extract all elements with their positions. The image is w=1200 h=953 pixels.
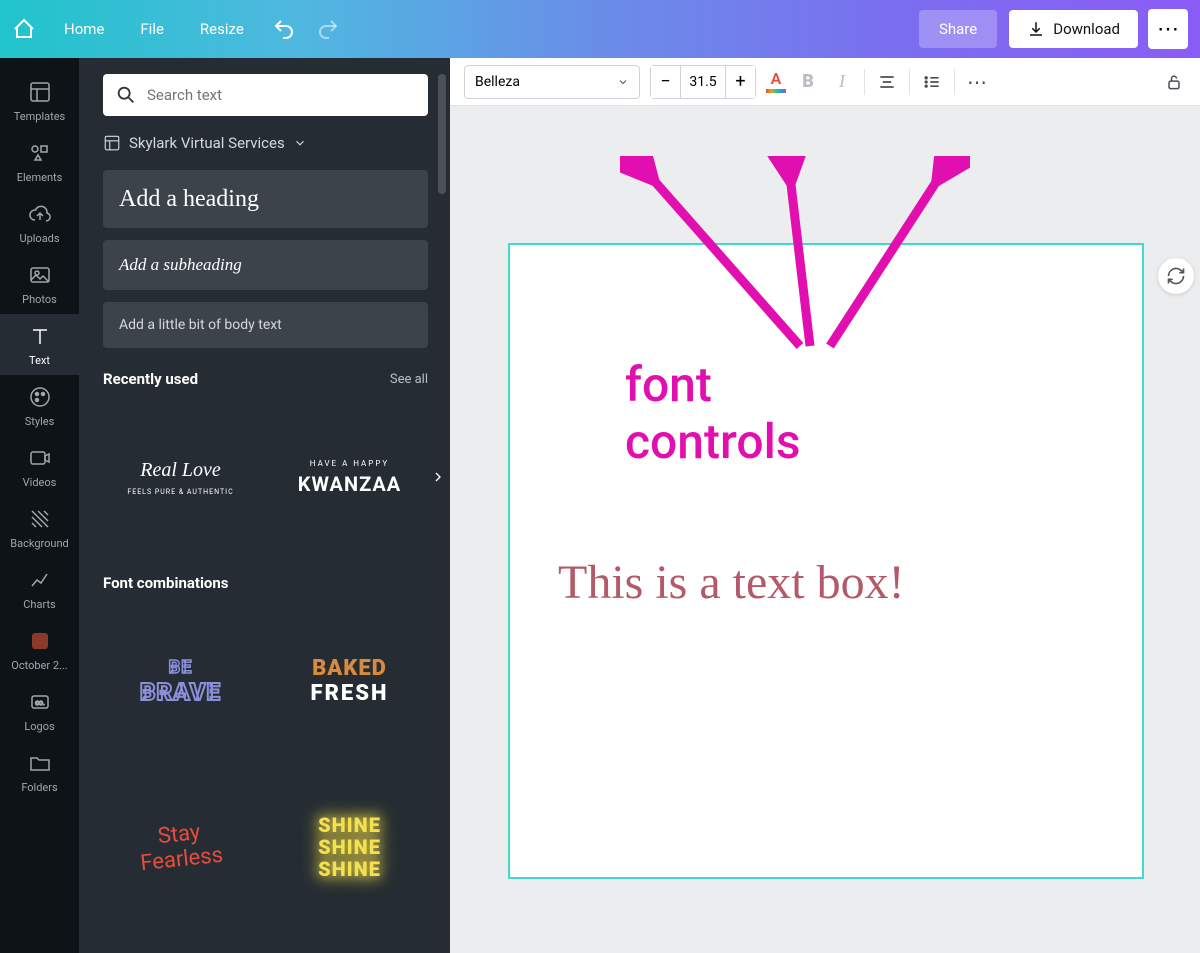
- italic-button[interactable]: I: [830, 70, 854, 94]
- recent-thumb-kwanzaa[interactable]: HAVE A HAPPY KWANZAA: [272, 402, 427, 552]
- left-rail: Templates Elements Uploads Photos Text S…: [0, 58, 79, 953]
- design-canvas[interactable]: This is a text box!: [508, 243, 1144, 879]
- font-size-group: − +: [650, 65, 756, 99]
- menu-home[interactable]: Home: [46, 12, 122, 46]
- top-menubar: Home File Resize Share Download ⋯: [0, 0, 1200, 58]
- styles-icon: [28, 385, 52, 409]
- combo-thumb-be-brave[interactable]: BE BRAVE: [103, 606, 258, 756]
- see-all-link[interactable]: See all: [390, 372, 428, 387]
- elements-icon: [28, 141, 52, 165]
- add-body-text-button[interactable]: Add a little bit of body text: [103, 302, 428, 348]
- list-button[interactable]: [920, 70, 944, 94]
- bold-button[interactable]: B: [796, 70, 820, 94]
- folder-thumb-icon: [28, 629, 52, 653]
- undo-icon[interactable]: [272, 17, 296, 41]
- add-subheading-button[interactable]: Add a subheading: [103, 240, 428, 290]
- brand-dropdown[interactable]: Skylark Virtual Services: [103, 134, 428, 152]
- search-icon: [115, 84, 137, 106]
- font-size-increase[interactable]: +: [725, 66, 755, 98]
- add-heading-button[interactable]: Add a heading: [103, 170, 428, 228]
- refresh-icon: [1166, 266, 1186, 286]
- refresh-button[interactable]: [1158, 258, 1194, 294]
- lock-button[interactable]: [1162, 70, 1186, 94]
- menu-file[interactable]: File: [122, 12, 182, 46]
- redo-icon[interactable]: [316, 17, 340, 41]
- rail-uploads[interactable]: Uploads: [0, 192, 79, 253]
- canvas-textbox[interactable]: This is a text box!: [558, 555, 905, 610]
- recent-thumb-real-love[interactable]: Real Love FEELS PURE & AUTHENTIC: [103, 402, 258, 552]
- text-toolbar: Belleza − + A B I ⋯: [450, 58, 1200, 106]
- text-icon: [28, 324, 52, 348]
- align-button[interactable]: [875, 70, 899, 94]
- text-panel: Skylark Virtual Services Add a heading A…: [79, 58, 450, 953]
- combo-thumb-shine[interactable]: SHINESHINESHINE: [272, 772, 427, 922]
- combo-thumb-baked-fresh[interactable]: BAKED FRESH: [272, 606, 427, 756]
- logos-icon: co.: [28, 690, 52, 714]
- canvas-area: Belleza − + A B I ⋯ This is a text bo: [450, 58, 1200, 953]
- photos-icon: [28, 263, 52, 287]
- search-input-wrap[interactable]: [103, 74, 428, 116]
- text-color-button[interactable]: A: [766, 71, 786, 93]
- font-name: Belleza: [475, 74, 520, 90]
- rail-background[interactable]: Background: [0, 497, 79, 558]
- rail-photos[interactable]: Photos: [0, 253, 79, 314]
- folders-icon: [28, 751, 52, 775]
- chevron-right-icon[interactable]: [430, 469, 446, 485]
- background-icon: [28, 507, 52, 531]
- rail-october[interactable]: October 2...: [0, 619, 79, 680]
- rail-charts[interactable]: Charts: [0, 558, 79, 619]
- font-select[interactable]: Belleza: [464, 65, 640, 99]
- videos-icon: [28, 446, 52, 470]
- font-size-input[interactable]: [681, 74, 725, 90]
- fontcombo-heading: Font combinations: [103, 574, 229, 592]
- font-size-decrease[interactable]: −: [651, 66, 681, 98]
- download-button[interactable]: Download: [1009, 10, 1138, 48]
- search-input[interactable]: [147, 86, 416, 104]
- rail-text[interactable]: Text: [0, 314, 79, 375]
- chevron-down-icon: [293, 136, 307, 150]
- more-button[interactable]: ⋯: [1148, 9, 1188, 49]
- menu-resize[interactable]: Resize: [182, 12, 262, 46]
- charts-icon: [28, 568, 52, 592]
- rail-folders[interactable]: Folders: [0, 741, 79, 802]
- color-spectrum-icon: [766, 89, 786, 93]
- rail-logos[interactable]: co.Logos: [0, 680, 79, 741]
- brand-label: Skylark Virtual Services: [129, 134, 285, 152]
- rail-elements[interactable]: Elements: [0, 131, 79, 192]
- more-text-options[interactable]: ⋯: [965, 70, 989, 94]
- home-icon[interactable]: [12, 17, 36, 41]
- chevron-down-icon: [617, 76, 629, 88]
- download-label: Download: [1053, 20, 1120, 38]
- brand-icon: [103, 134, 121, 152]
- panel-scrollbar[interactable]: [438, 74, 446, 194]
- recent-heading: Recently used: [103, 370, 198, 388]
- text-color-a: A: [771, 71, 782, 87]
- svg-text:co.: co.: [35, 699, 45, 707]
- rail-videos[interactable]: Videos: [0, 436, 79, 497]
- uploads-icon: [28, 202, 52, 226]
- templates-icon: [28, 80, 52, 104]
- rail-styles[interactable]: Styles: [0, 375, 79, 436]
- download-icon: [1027, 20, 1045, 38]
- combo-thumb-stay-fearless[interactable]: StayFearless: [103, 772, 258, 922]
- rail-templates[interactable]: Templates: [0, 70, 79, 131]
- share-button[interactable]: Share: [919, 10, 997, 48]
